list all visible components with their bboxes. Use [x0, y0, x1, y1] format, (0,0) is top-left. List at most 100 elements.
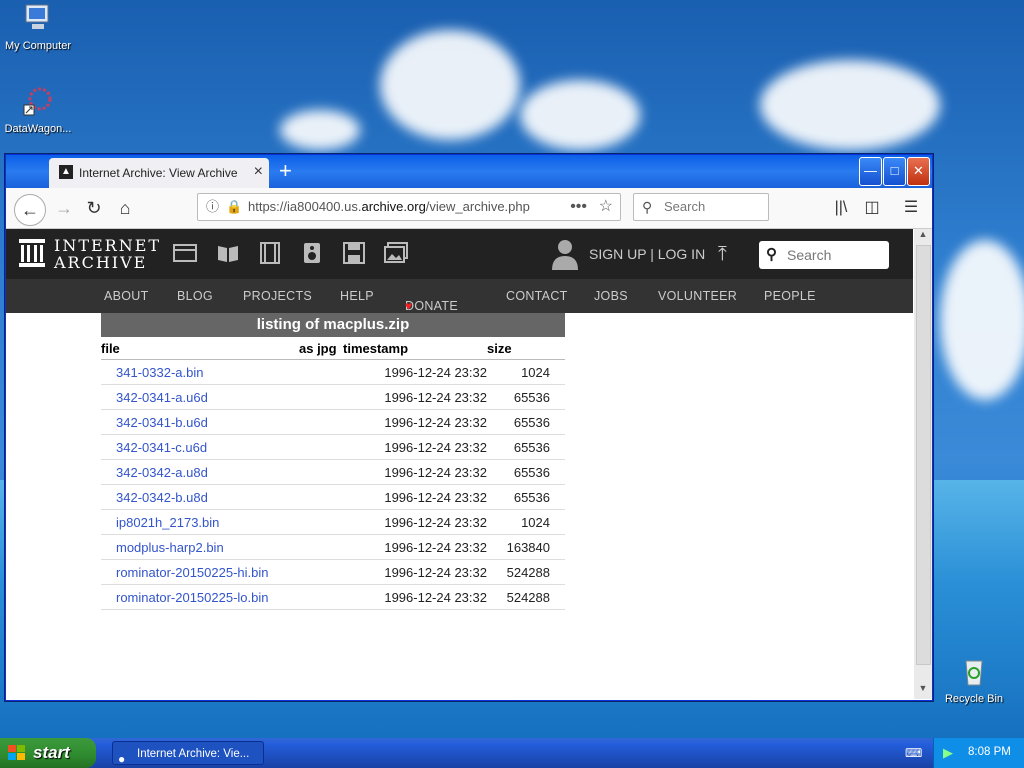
- logo-line-1: INTERNET: [54, 236, 162, 255]
- as-jpg-cell: [299, 409, 343, 435]
- software-icon[interactable]: [342, 242, 366, 264]
- tab-active[interactable]: ▲ Internet Archive: View Archive ×: [49, 158, 269, 188]
- clock[interactable]: 8:08 PM: [968, 746, 1011, 758]
- col-size: size: [487, 337, 565, 360]
- keyboard-icon[interactable]: ⌨: [905, 746, 922, 760]
- maximize-button[interactable]: □: [883, 157, 906, 186]
- search-placeholder: Search: [664, 199, 706, 214]
- ia-search-placeholder: Search: [787, 247, 832, 263]
- timestamp-cell: 1996-12-24 23:32: [343, 384, 487, 410]
- menu-about[interactable]: ABOUT: [104, 289, 149, 303]
- sidebar-icon[interactable]: ◫: [858, 194, 886, 222]
- user-avatar-icon[interactable]: [551, 238, 579, 270]
- table-row: ip8021h_2173.bin 1996-12-24 23:32 1024: [101, 509, 565, 535]
- audio-icon[interactable]: [300, 242, 324, 264]
- browser-search-input[interactable]: ⚲ Search: [633, 193, 769, 221]
- page-actions-icon[interactable]: •••: [570, 194, 587, 220]
- size-cell: 65536: [487, 434, 565, 460]
- close-window-button[interactable]: ✕: [907, 157, 930, 186]
- scroll-up-icon[interactable]: ▲: [914, 229, 932, 245]
- as-jpg-cell: [299, 534, 343, 560]
- size-cell: 65536: [487, 484, 565, 510]
- vertical-scrollbar[interactable]: ▲ ▼: [914, 229, 932, 699]
- forward-button[interactable]: →: [50, 194, 78, 222]
- size-cell: 65536: [487, 384, 565, 410]
- table-row: 342-0341-c.u6d 1996-12-24 23:32 65536: [101, 434, 565, 460]
- minimize-button[interactable]: —: [859, 157, 882, 186]
- timestamp-cell: 1996-12-24 23:32: [343, 484, 487, 510]
- as-jpg-cell: [299, 384, 343, 410]
- col-file: file: [101, 337, 299, 360]
- network-tray-icon[interactable]: ▶: [943, 745, 953, 761]
- menu-projects[interactable]: PROJECTS: [243, 289, 312, 303]
- page-content: INTERNET ARCHIVE SIGN UP | LOG IN ⤒ ⚲ Sea…: [6, 229, 913, 699]
- reload-button[interactable]: ↻: [80, 194, 108, 222]
- timestamp-cell: 1996-12-24 23:32: [343, 584, 487, 610]
- logo-line-2: ARCHIVE: [54, 253, 148, 272]
- file-link[interactable]: 342-0341-b.u6d: [101, 409, 299, 435]
- menu-icon[interactable]: ☰: [897, 194, 925, 222]
- browser-window: ▲ Internet Archive: View Archive × + — □…: [5, 154, 933, 701]
- menu-help[interactable]: HELP: [340, 289, 374, 303]
- scroll-down-icon[interactable]: ▼: [914, 683, 932, 699]
- col-as-jpg: as jpg: [299, 337, 343, 360]
- taskbar-item-label: Internet Archive: Vie...: [137, 748, 250, 760]
- images-icon[interactable]: [384, 242, 408, 264]
- url-text: https://ia800400.us.archive.org/view_arc…: [248, 199, 530, 214]
- navigation-toolbar: ← → ↻ ⌂ ⓘ 🔒 https://ia800400.us.archive.…: [6, 188, 932, 229]
- desktop-icon-datawagon[interactable]: DataWagon...: [0, 85, 78, 135]
- file-link[interactable]: modplus-harp2.bin: [101, 534, 299, 560]
- timestamp-cell: 1996-12-24 23:32: [343, 559, 487, 585]
- file-link[interactable]: 342-0342-a.u8d: [101, 459, 299, 485]
- video-icon[interactable]: [258, 242, 282, 264]
- table-row: 342-0342-b.u8d 1996-12-24 23:32 65536: [101, 484, 565, 510]
- menu-blog[interactable]: BLOG: [177, 289, 213, 303]
- texts-icon[interactable]: [216, 242, 240, 264]
- network-icon: [23, 87, 52, 116]
- scroll-thumb[interactable]: [916, 245, 931, 665]
- bookmark-star-icon[interactable]: ☆: [599, 194, 613, 220]
- file-link[interactable]: 341-0332-a.bin: [101, 359, 299, 385]
- ia-search-input[interactable]: ⚲ Search: [759, 241, 889, 269]
- computer-icon: [25, 4, 49, 29]
- file-link[interactable]: rominator-20150225-hi.bin: [101, 559, 299, 585]
- lock-icon: 🔒: [226, 199, 243, 214]
- as-jpg-cell: [299, 359, 343, 385]
- back-button[interactable]: ←: [14, 194, 46, 226]
- recycle-bin-icon: [965, 660, 983, 686]
- desktop-icon-label: DataWagon...: [4, 123, 72, 135]
- table-row: modplus-harp2.bin 1996-12-24 23:32 163840: [101, 534, 565, 560]
- tab-bar: ▲ Internet Archive: View Archive × + — □…: [6, 155, 932, 188]
- file-link[interactable]: 342-0341-c.u6d: [101, 434, 299, 460]
- info-icon[interactable]: ⓘ: [206, 194, 219, 220]
- signup-login-link[interactable]: SIGN UP | LOG IN: [589, 246, 705, 262]
- taskbar-item-browser[interactable]: ● Internet Archive: Vie...: [112, 741, 264, 765]
- home-button[interactable]: ⌂: [111, 194, 139, 222]
- tab-title: Internet Archive: View Archive: [79, 166, 238, 180]
- table-row: 342-0342-a.u8d 1996-12-24 23:32 65536: [101, 459, 565, 485]
- web-icon[interactable]: [173, 242, 197, 264]
- file-link[interactable]: ip8021h_2173.bin: [101, 509, 299, 535]
- file-link[interactable]: 342-0341-a.u6d: [101, 384, 299, 410]
- start-button[interactable]: start: [0, 738, 96, 768]
- desktop-icon-recycle-bin[interactable]: Recycle Bin: [934, 655, 1014, 705]
- size-cell: 1024: [487, 359, 565, 385]
- upload-icon[interactable]: ⤒: [718, 243, 727, 266]
- new-tab-button[interactable]: +: [279, 158, 292, 184]
- archive-temple-icon: [19, 239, 45, 267]
- menu-volunteer[interactable]: VOLUNTEER: [658, 289, 737, 303]
- library-icon[interactable]: ||\: [827, 194, 855, 222]
- menu-people[interactable]: PEOPLE: [764, 289, 816, 303]
- menu-contact[interactable]: CONTACT: [506, 289, 568, 303]
- desktop-icon-my-computer[interactable]: My Computer: [0, 2, 78, 52]
- table-row: 342-0341-b.u6d 1996-12-24 23:32 65536: [101, 409, 565, 435]
- file-link[interactable]: rominator-20150225-lo.bin: [101, 584, 299, 610]
- close-tab-icon[interactable]: ×: [254, 163, 263, 181]
- archive-favicon-icon: ▲: [59, 165, 73, 179]
- desktop-icon-label: My Computer: [4, 40, 72, 52]
- menu-jobs[interactable]: JOBS: [594, 289, 628, 303]
- archive-listing: listing of macplus.zip file as jpg times…: [101, 313, 565, 610]
- file-link[interactable]: 342-0342-b.u8d: [101, 484, 299, 510]
- address-bar[interactable]: ⓘ 🔒 https://ia800400.us.archive.org/view…: [197, 193, 621, 221]
- start-label: start: [33, 743, 70, 762]
